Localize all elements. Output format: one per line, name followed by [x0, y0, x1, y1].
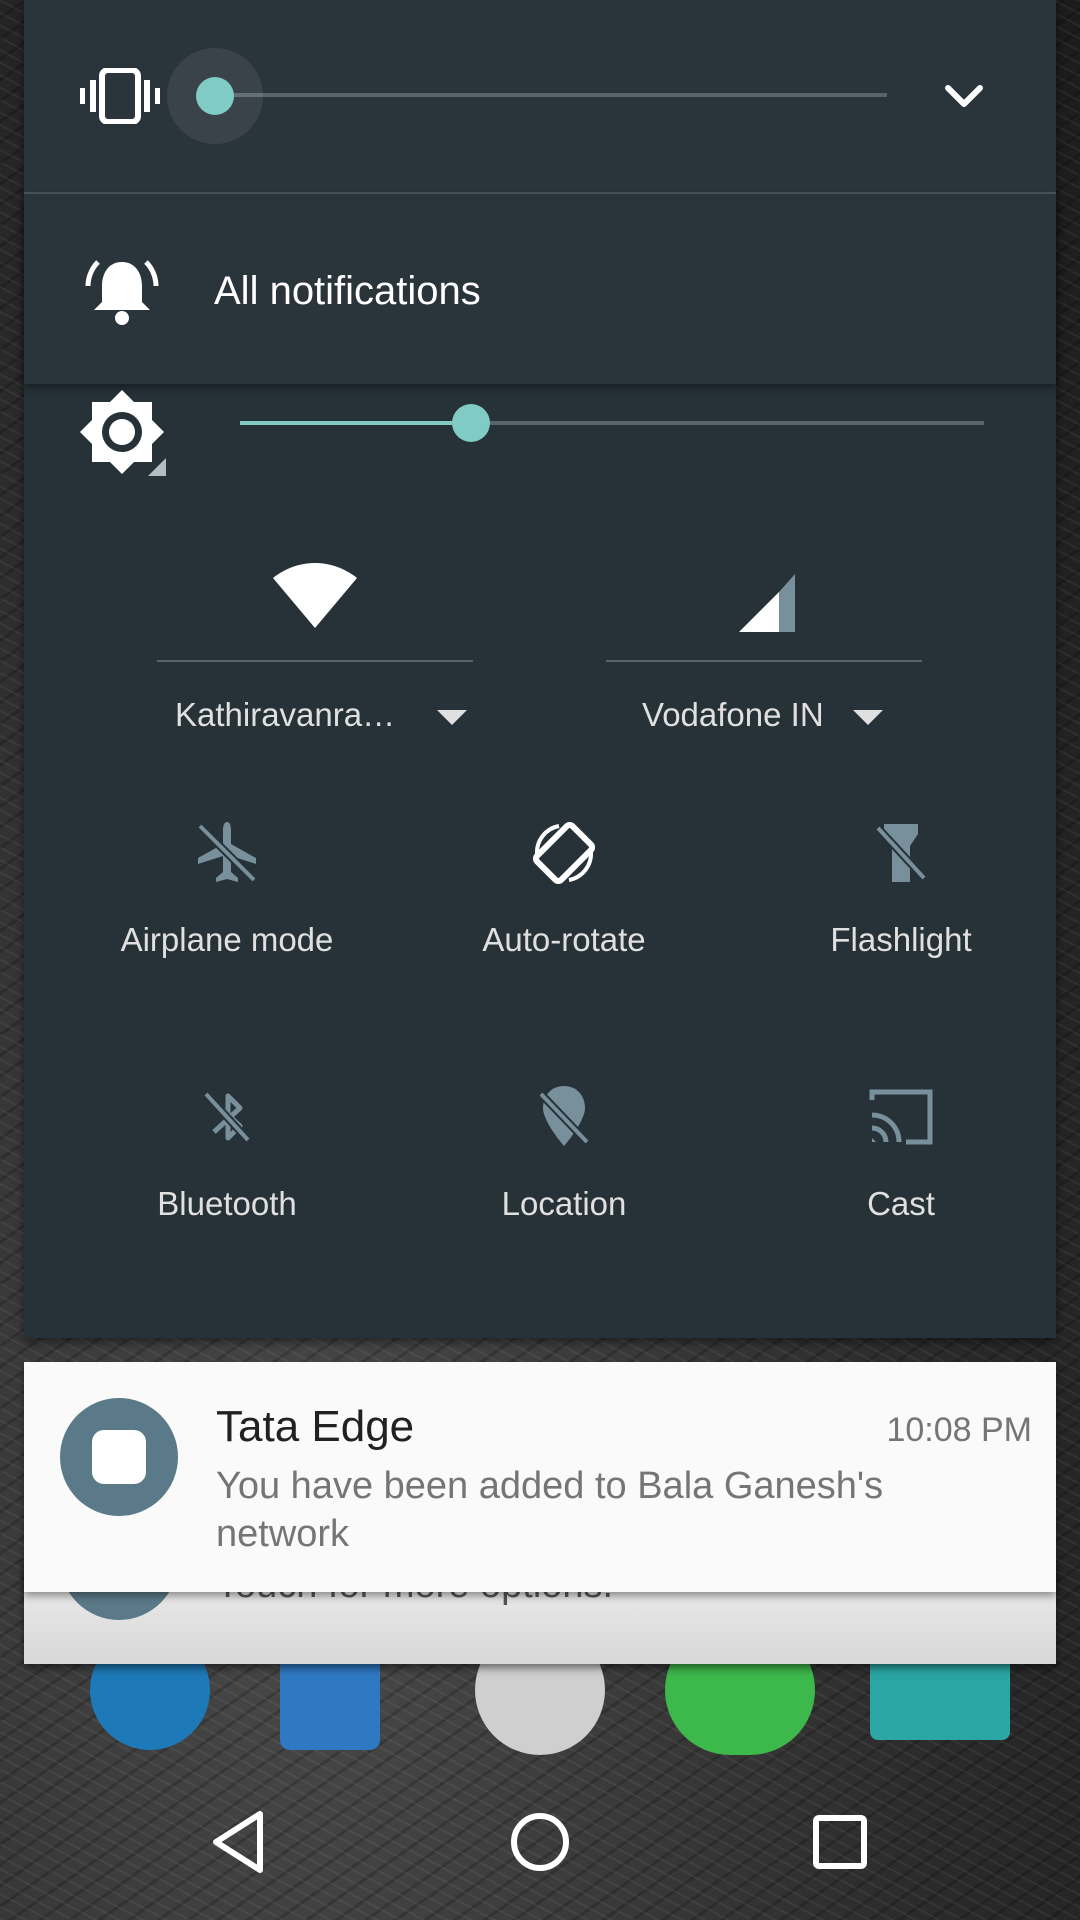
chevron-down-icon[interactable]	[936, 72, 992, 120]
bluetooth-tile[interactable]: Bluetooth	[77, 1082, 377, 1282]
cellular-tile[interactable]: Vodafone IN	[606, 540, 922, 760]
location-tile[interactable]: Location	[414, 1082, 714, 1282]
auto-brightness-indicator	[148, 458, 166, 476]
volume-slider-track[interactable]	[215, 93, 887, 97]
stop-icon	[60, 1398, 178, 1516]
wifi-tile[interactable]: Kathiravanram…	[157, 540, 473, 760]
airplane-mode-label: Airplane mode	[120, 921, 334, 958]
cellular-dropdown-icon[interactable]	[853, 710, 883, 725]
stop-square	[92, 1430, 146, 1484]
navigation-bar	[0, 1762, 1080, 1920]
airplane-mode-tile[interactable]: Airplane mode	[77, 818, 377, 1018]
flashlight-label: Flashlight	[830, 921, 972, 958]
vibrate-icon[interactable]	[80, 68, 160, 124]
auto-rotate-label: Auto-rotate	[482, 921, 646, 958]
notification-app-name: Tata Edge	[216, 1402, 415, 1451]
signal-icon	[739, 574, 795, 632]
cast-icon	[869, 1089, 933, 1145]
cast-label: Cast	[867, 1185, 935, 1222]
flashlight-icon	[875, 824, 927, 882]
notification-text: You have been added to Bala Ganesh's net…	[216, 1465, 884, 1555]
airplane-icon	[197, 822, 257, 883]
auto-rotate-tile[interactable]: Auto-rotate	[414, 818, 714, 1018]
wifi-network-label: Kathiravanram…	[175, 696, 415, 733]
volume-slider-thumb[interactable]	[196, 77, 234, 115]
location-label: Location	[501, 1185, 627, 1222]
auto-rotate-icon	[532, 821, 596, 885]
notification-card[interactable]: Tata Edge 10:08 PM You have been added t…	[24, 1362, 1056, 1592]
bluetooth-icon	[203, 1091, 251, 1143]
wifi-icon	[273, 563, 357, 628]
notification-mode-label: All notifications	[214, 269, 481, 313]
home-icon[interactable]	[500, 1802, 580, 1882]
cellular-divider	[606, 660, 922, 662]
bell-icon	[85, 260, 159, 325]
back-icon[interactable]	[200, 1802, 280, 1882]
wifi-divider	[157, 660, 473, 662]
flashlight-tile[interactable]: Flashlight	[751, 818, 1051, 1018]
notification-time: 10:08 PM	[886, 1411, 1032, 1449]
volume-control	[24, 0, 1056, 194]
carrier-label: Vodafone IN	[642, 696, 824, 733]
brightness-slider-fill	[240, 421, 471, 425]
bluetooth-label: Bluetooth	[157, 1185, 297, 1222]
brightness-slider-thumb[interactable]	[451, 404, 490, 442]
quick-settings-panel: All notifications Kathiravanram… Vodafon…	[24, 0, 1056, 1338]
location-icon	[538, 1086, 590, 1146]
recents-icon[interactable]	[800, 1802, 880, 1882]
notification-mode-row[interactable]: All notifications	[24, 194, 1056, 384]
cast-tile[interactable]: Cast	[751, 1082, 1051, 1282]
wifi-dropdown-icon[interactable]	[437, 710, 467, 725]
